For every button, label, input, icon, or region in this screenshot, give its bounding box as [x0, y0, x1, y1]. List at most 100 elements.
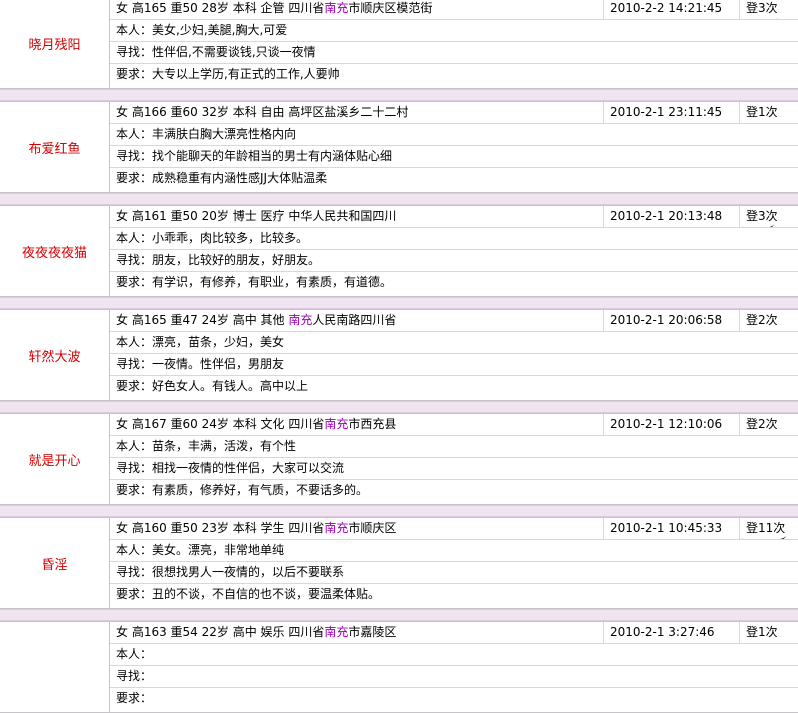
basic-info-text: 女 高163 重54 22岁 高中 娱乐 四川省: [116, 625, 325, 639]
member-details: 女 高167 重60 24岁 本科 文化 四川省南充市西充县 2010-2-1 1…: [110, 414, 798, 504]
require-label: 要求：: [116, 379, 153, 393]
basic-info-text-tail: 市西充县: [348, 417, 397, 431]
self-label: 本人：: [116, 335, 153, 349]
requirements-row: 要求：好色女人。有钱人。高中以上: [110, 376, 798, 398]
requirements-row: 要求：成熟稳重有内涵性感JJ大体贴温柔: [110, 168, 798, 190]
login-count: 登2次: [740, 310, 798, 331]
member-basic-info: 女 高166 重60 32岁 本科 自由 高坪区盐溪乡二十二村: [110, 102, 604, 123]
requirements-description: 丑的不谈，不自信的也不谈，要温柔体贴。: [152, 587, 381, 601]
member-card: 晓月残阳女 高165 重50 28岁 本科 企管 四川省南充市顺庆区模范街 201…: [0, 0, 798, 89]
city-highlight: 南充: [324, 417, 349, 431]
seeking-description: 找个能聊天的年龄相当的男士有内涵体贴心细: [152, 149, 393, 163]
member-nickname[interactable]: [0, 622, 110, 712]
basic-info-text: 女 高165 重47 24岁 高中 其他: [116, 313, 289, 327]
underline-mark: [742, 531, 786, 539]
login-count-text: 登2次: [746, 417, 778, 431]
seeking-description: 相找一夜情的性伴侣，大家可以交流: [152, 461, 345, 475]
login-count-text: 登1次: [746, 625, 778, 639]
member-basic-info: 女 高160 重50 23岁 本科 学生 四川省南充市顺庆区: [110, 518, 604, 539]
seeking-row: 寻找：性伴侣,不需要谈钱,只谈一夜情: [110, 42, 798, 64]
entry-separator: [0, 89, 798, 101]
require-label: 要求：: [116, 483, 153, 497]
member-nickname[interactable]: 就是开心: [0, 414, 110, 504]
member-info-row: 女 高161 重50 20岁 博士 医疗 中华人民共和国四川 2010-2-1 2…: [110, 206, 798, 228]
member-details: 女 高165 重47 24岁 高中 其他 南充人民南路四川省 2010-2-1 2…: [110, 310, 798, 400]
self-label: 本人：: [116, 23, 153, 37]
member-basic-info: 女 高167 重60 24岁 本科 文化 四川省南充市西充县: [110, 414, 604, 435]
member-details: 女 高161 重50 20岁 博士 医疗 中华人民共和国四川 2010-2-1 2…: [110, 206, 798, 296]
member-info-row: 女 高165 重47 24岁 高中 其他 南充人民南路四川省 2010-2-1 2…: [110, 310, 798, 332]
requirements-description: 有素质，修养好，有气质，不要话多的。: [152, 483, 369, 497]
member-nickname[interactable]: 轩然大波: [0, 310, 110, 400]
basic-info-text-tail: 市嘉陵区: [348, 625, 397, 639]
self-description: 小乖乖，肉比较多，比较多。: [152, 231, 309, 245]
self-description: 漂亮，苗条，少妇，美女: [152, 335, 285, 349]
login-count: 登3次: [740, 206, 798, 227]
self-label: 本人：: [116, 439, 153, 453]
requirements-row: 要求：丑的不谈，不自信的也不谈，要温柔体贴。: [110, 584, 798, 606]
member-nickname[interactable]: 夜夜夜夜猫: [0, 206, 110, 296]
member-card: 昏淫女 高160 重50 23岁 本科 学生 四川省南充市顺庆区 2010-2-1…: [0, 517, 798, 609]
seeking-row: 寻找：: [110, 666, 798, 688]
seek-label: 寻找：: [116, 149, 153, 163]
requirements-row: 要求：有素质，修养好，有气质，不要话多的。: [110, 480, 798, 502]
seeking-description: 一夜情。性伴侣，男朋友: [152, 357, 285, 371]
member-nickname[interactable]: 晓月残阳: [0, 0, 110, 88]
require-label: 要求：: [116, 171, 153, 185]
city-highlight: 南充: [324, 625, 349, 639]
member-nickname[interactable]: 布爱红鱼: [0, 102, 110, 192]
entry-separator: [0, 193, 798, 205]
member-card: 女 高163 重54 22岁 高中 娱乐 四川省南充市嘉陵区 2010-2-1 3…: [0, 621, 798, 713]
member-basic-info: 女 高165 重50 28岁 本科 企管 四川省南充市顺庆区模范街: [110, 0, 604, 19]
requirements-description: 好色女人。有钱人。高中以上: [152, 379, 309, 393]
basic-info-text: 女 高167 重60 24岁 本科 文化 四川省: [116, 417, 325, 431]
requirements-description: 有学识，有修养，有职业，有素质，有道德。: [152, 275, 393, 289]
require-label: 要求：: [116, 691, 153, 705]
login-count: 登3次: [740, 0, 798, 19]
city-highlight: 南充: [288, 313, 313, 327]
self-description: 美女,少妇,美腿,胸大,可爱: [152, 23, 288, 37]
login-count: 登11次: [740, 518, 798, 539]
seek-label: 寻找：: [116, 45, 153, 59]
self-description-row: 本人：丰满肤白胸大漂亮性格内向: [110, 124, 798, 146]
self-label: 本人：: [116, 127, 153, 141]
member-basic-info: 女 高163 重54 22岁 高中 娱乐 四川省南充市嘉陵区: [110, 622, 604, 643]
requirements-row: 要求：大专以上学历,有正式的工作,人要帅: [110, 64, 798, 86]
self-label: 本人：: [116, 231, 153, 245]
entry-separator: [0, 401, 798, 413]
last-login-time: 2010-2-1 3:27:46: [604, 622, 740, 643]
seeking-row: 寻找：朋友，比较好的朋友，好朋友。: [110, 250, 798, 272]
member-info-row: 女 高163 重54 22岁 高中 娱乐 四川省南充市嘉陵区 2010-2-1 3…: [110, 622, 798, 644]
seeking-row: 寻找：找个能聊天的年龄相当的男士有内涵体贴心细: [110, 146, 798, 168]
member-details: 女 高166 重60 32岁 本科 自由 高坪区盐溪乡二十二村 2010-2-1 …: [110, 102, 798, 192]
seeking-description: 性伴侣,不需要谈钱,只谈一夜情: [152, 45, 316, 59]
member-info-row: 女 高166 重60 32岁 本科 自由 高坪区盐溪乡二十二村 2010-2-1 …: [110, 102, 798, 124]
self-description-row: 本人：美女。漂亮，非常地单纯: [110, 540, 798, 562]
member-list: 晓月残阳女 高165 重50 28岁 本科 企管 四川省南充市顺庆区模范街 201…: [0, 0, 798, 713]
self-description: 苗条，丰满，活泼，有个性: [152, 439, 297, 453]
last-login-time: 2010-2-1 20:06:58: [604, 310, 740, 331]
basic-info-text: 女 高160 重50 23岁 本科 学生 四川省: [116, 521, 325, 535]
seek-label: 寻找：: [116, 461, 153, 475]
member-card: 轩然大波女 高165 重47 24岁 高中 其他 南充人民南路四川省 2010-2…: [0, 309, 798, 401]
login-count: 登1次: [740, 622, 798, 643]
last-login-time: 2010-2-1 20:13:48: [604, 206, 740, 227]
require-label: 要求：: [116, 275, 153, 289]
self-description-row: 本人：美女,少妇,美腿,胸大,可爱: [110, 20, 798, 42]
seeking-row: 寻找：一夜情。性伴侣，男朋友: [110, 354, 798, 376]
login-count-text: 登2次: [746, 313, 778, 327]
seeking-row: 寻找：相找一夜情的性伴侣，大家可以交流: [110, 458, 798, 480]
entry-separator: [0, 297, 798, 309]
seek-label: 寻找：: [116, 565, 153, 579]
login-count-text: 登1次: [746, 105, 778, 119]
seeking-description: 很想找男人一夜情的，以后不要联系: [152, 565, 345, 579]
seek-label: 寻找：: [116, 253, 153, 267]
member-info-row: 女 高167 重60 24岁 本科 文化 四川省南充市西充县 2010-2-1 1…: [110, 414, 798, 436]
member-details: 女 高163 重54 22岁 高中 娱乐 四川省南充市嘉陵区 2010-2-1 3…: [110, 622, 798, 712]
member-nickname[interactable]: 昏淫: [0, 518, 110, 608]
member-info-row: 女 高165 重50 28岁 本科 企管 四川省南充市顺庆区模范街 2010-2-…: [110, 0, 798, 20]
member-info-row: 女 高160 重50 23岁 本科 学生 四川省南充市顺庆区 2010-2-1 1…: [110, 518, 798, 540]
basic-info-text: 女 高161 重50 20岁 博士 医疗 中华人民共和国四川: [116, 209, 397, 223]
basic-info-text-tail: 市顺庆区: [348, 521, 397, 535]
city-highlight: 南充: [324, 521, 349, 535]
